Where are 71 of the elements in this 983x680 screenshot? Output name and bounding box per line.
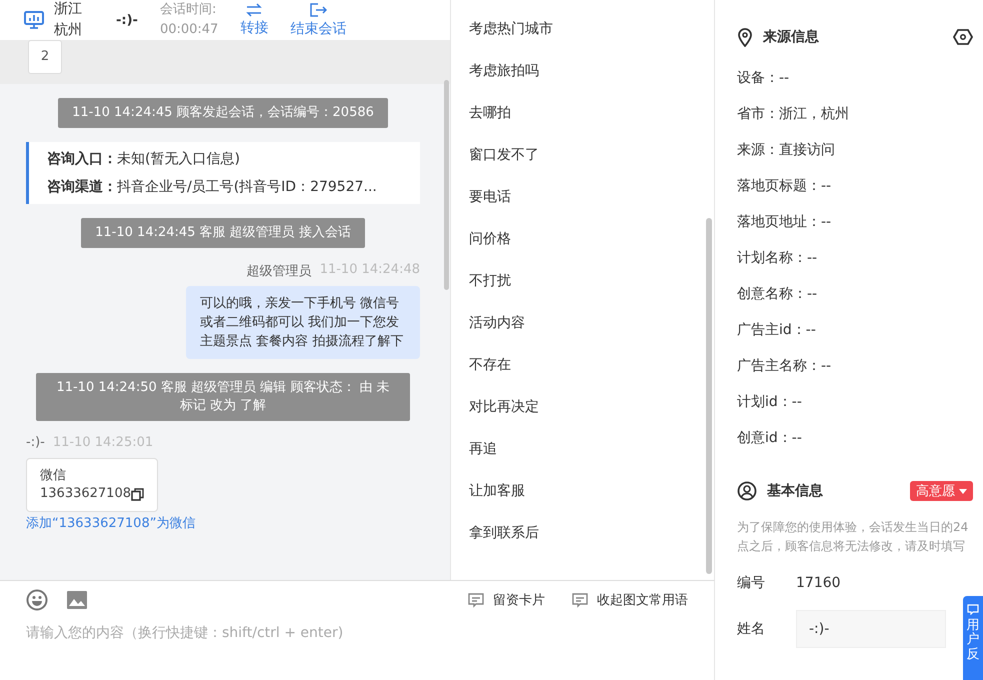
quick-reply-item[interactable]: 不打扰 [469, 270, 696, 292]
quick-reply-item[interactable]: 去哪拍 [469, 102, 696, 124]
scrollbar[interactable] [706, 218, 712, 574]
composer-tool-button[interactable]: 留资卡片 [467, 591, 545, 609]
info-line: 咨询渠道：抖音企业号/员工号(抖音号ID：279527... [47, 178, 378, 196]
section-title: 来源信息 [763, 28, 819, 46]
source-field: 落地页地址：-- [737, 212, 983, 232]
monitor-icon [24, 11, 44, 29]
field-label: 编号 [737, 574, 766, 592]
count-badge: 2 [28, 40, 62, 74]
caret-icon [959, 488, 967, 494]
composer-tool-button[interactable]: 收起图文常用语 [571, 591, 688, 609]
system-notice: 11-10 14:24:50 客服 超级管理员 编辑 顾客状态： 由 未标记 改为 了解 [36, 373, 410, 421]
header-action-button[interactable]: 结束会话 [290, 2, 346, 38]
source-field: 创意名称：-- [737, 284, 983, 304]
timer-label: 会话时间: [160, 1, 218, 19]
system-notice: 11-10 14:24:45 顾客发起会话，会话编号：20586 [58, 98, 388, 128]
quick-reply-item[interactable]: 要电话 [469, 186, 696, 208]
customer-location: 浙江杭州 [54, 0, 83, 40]
sender-name: -:)- [26, 435, 45, 450]
quick-reply-item[interactable]: 拿到联系后 [469, 522, 696, 544]
quick-reply-item[interactable]: 让加客服 [469, 480, 696, 502]
location-pin-icon [737, 27, 753, 47]
sender-name: 超级管理员 [246, 263, 312, 280]
message-icon [571, 591, 589, 609]
field-value: 17160 [796, 575, 841, 591]
source-field: 广告主id：-- [737, 320, 983, 340]
timer-value: 00:00:47 [160, 21, 218, 39]
transfer-arrows-icon [245, 3, 264, 17]
quick-reply-item[interactable]: 对比再决定 [469, 396, 696, 418]
message-icon [467, 591, 485, 609]
quick-reply-item[interactable]: 考虑旅拍吗 [469, 60, 696, 82]
emoji-icon[interactable] [26, 589, 48, 611]
message-bubble: 可以的哦，亲发一下手机号 微信号或者二维码都可以 我们加一下您发主题景点 套餐内容 拍摄流程了解下 [186, 286, 420, 359]
quick-reply-item[interactable]: 考虑热门城市 [469, 18, 696, 40]
edit-notice: 为了保障您的使用体验，会话发生当日的24点之后，顾客信息将无法修改，请及时填写 [737, 519, 970, 555]
quick-reply-item[interactable]: 问价格 [469, 228, 696, 250]
card-value: 13633627108 [40, 485, 131, 503]
quick-reply-item[interactable]: 窗口发不了 [469, 144, 696, 166]
add-wechat-link[interactable]: 添加“13633627108”为微信 [26, 514, 196, 532]
customer-name: -:)- [116, 12, 138, 28]
name-input-field[interactable]: -:)- [796, 610, 946, 648]
feedback-tab[interactable]: 用户反 [963, 596, 983, 680]
source-field: 落地页标题：-- [737, 176, 983, 196]
message-icon [967, 604, 979, 615]
source-field: 广告主名称：-- [737, 356, 983, 376]
scrollbar[interactable] [444, 80, 449, 290]
source-field: 来源：直接访问 [737, 140, 983, 160]
info-line: 咨询入口：未知(暂无入口信息) [47, 150, 241, 168]
source-field: 计划名称：-- [737, 248, 983, 268]
header-action-button[interactable]: 转接 [240, 3, 268, 37]
field-label: 姓名 [737, 620, 766, 638]
section-title: 基本信息 [767, 482, 823, 500]
source-field: 计划id：-- [737, 392, 983, 412]
quick-reply-item[interactable]: 活动内容 [469, 312, 696, 334]
source-field: 省市：浙江，杭州 [737, 104, 983, 124]
quick-reply-item[interactable]: 再追 [469, 438, 696, 460]
user-circle-icon [737, 481, 757, 501]
system-notice: 11-10 14:24:45 客服 超级管理员 接入会话 [81, 218, 365, 248]
settings-icon[interactable] [953, 28, 973, 46]
exit-icon [309, 2, 328, 18]
card-title: 微信 [40, 467, 67, 485]
message-input-field[interactable]: 请输入您的内容（换行快捷键：shift/ctrl + enter) [26, 625, 666, 641]
message-time: 11-10 14:24:48 [320, 262, 420, 279]
source-field: 设备：-- [737, 68, 983, 88]
message-time: 11-10 14:25:01 [52, 435, 154, 450]
intent-tag-dropdown[interactable]: 高意愿 [910, 481, 973, 501]
image-icon[interactable] [66, 589, 88, 611]
source-field: 创意id：-- [737, 428, 983, 448]
copy-icon[interactable] [130, 488, 144, 500]
quick-reply-item[interactable]: 不存在 [469, 354, 696, 376]
